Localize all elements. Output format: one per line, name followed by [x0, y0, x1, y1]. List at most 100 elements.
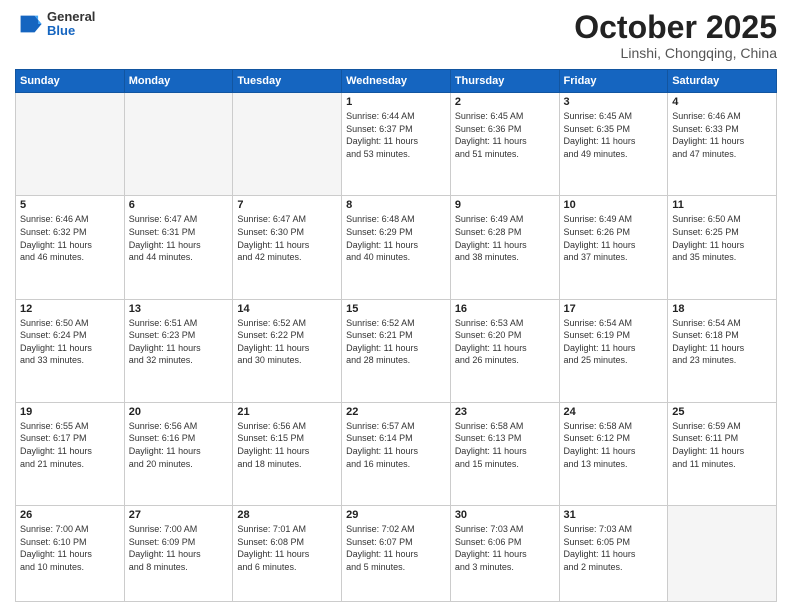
day-number: 5: [20, 199, 120, 211]
day-info: Sunrise: 7:03 AM Sunset: 6:05 PM Dayligh…: [564, 523, 664, 573]
calendar-cell: 22Sunrise: 6:57 AM Sunset: 6:14 PM Dayli…: [342, 402, 451, 505]
calendar-cell: 21Sunrise: 6:56 AM Sunset: 6:15 PM Dayli…: [233, 402, 342, 505]
day-info: Sunrise: 6:50 AM Sunset: 6:24 PM Dayligh…: [20, 317, 120, 367]
day-info: Sunrise: 6:55 AM Sunset: 6:17 PM Dayligh…: [20, 420, 120, 470]
calendar-cell: 24 Sunrise: 6:58 AM Sunset: 6:12 PM Dayli…: [559, 402, 668, 505]
logo: General Blue: [15, 10, 95, 39]
calendar-cell: 5 Sunrise: 6:46 AM Sunset: 6:32 PM Daylig…: [16, 196, 125, 299]
month-title: October 2025: [574, 10, 777, 45]
week-row-4: 26Sunrise: 7:00 AM Sunset: 6:10 PM Dayli…: [16, 505, 777, 601]
day-info: Sunrise: 6:54 AM Sunset: 6:18 PM Dayligh…: [672, 317, 772, 367]
day-number: 11: [672, 199, 772, 211]
calendar-cell: 16Sunrise: 6:53 AM Sunset: 6:20 PM Dayli…: [450, 299, 559, 402]
logo-blue-text: Blue: [47, 24, 95, 38]
day-info: Sunrise: 6:53 AM Sunset: 6:20 PM Dayligh…: [455, 317, 555, 367]
calendar-cell: 10Sunrise: 6:49 AM Sunset: 6:26 PM Dayli…: [559, 196, 668, 299]
day-info: Sunrise: 6:49 AM Sunset: 6:28 PM Dayligh…: [455, 213, 555, 263]
day-info: Sunrise: 6:47 AM Sunset: 6:30 PM Dayligh…: [237, 213, 337, 263]
week-row-2: 12Sunrise: 6:50 AM Sunset: 6:24 PM Dayli…: [16, 299, 777, 402]
page: General Blue October 2025 Linshi, Chongq…: [0, 0, 792, 612]
day-info: Sunrise: 6:48 AM Sunset: 6:29 PM Dayligh…: [346, 213, 446, 263]
day-number: 26: [20, 509, 120, 521]
day-info: Sunrise: 6:58 AM Sunset: 6:13 PM Dayligh…: [455, 420, 555, 470]
calendar-cell: 28 Sunrise: 7:01 AM Sunset: 6:08 PM Dayli…: [233, 505, 342, 601]
day-number: 28: [237, 509, 337, 521]
day-number: 25: [672, 406, 772, 418]
day-info: Sunrise: 6:52 AM Sunset: 6:21 PM Dayligh…: [346, 317, 446, 367]
day-number: 18: [672, 303, 772, 315]
day-info: Sunrise: 6:47 AM Sunset: 6:31 PM Dayligh…: [129, 213, 229, 263]
day-number: 15: [346, 303, 446, 315]
calendar-cell: 26Sunrise: 7:00 AM Sunset: 6:10 PM Dayli…: [16, 505, 125, 601]
day-number: 19: [20, 406, 120, 418]
day-info: Sunrise: 7:03 AM Sunset: 6:06 PM Dayligh…: [455, 523, 555, 573]
calendar-cell: 19 Sunrise: 6:55 AM Sunset: 6:17 PM Dayli…: [16, 402, 125, 505]
calendar-cell: 8 Sunrise: 6:48 AM Sunset: 6:29 PM Daylig…: [342, 196, 451, 299]
calendar-cell: 27 Sunrise: 7:00 AM Sunset: 6:09 PM Dayli…: [124, 505, 233, 601]
day-number: 4: [672, 96, 772, 108]
logo-general-text: General: [47, 10, 95, 24]
day-number: 27: [129, 509, 229, 521]
calendar-cell: 4 Sunrise: 6:46 AM Sunset: 6:33 PM Daylig…: [668, 93, 777, 196]
day-info: Sunrise: 6:44 AM Sunset: 6:37 PM Dayligh…: [346, 110, 446, 160]
day-info: Sunrise: 6:50 AM Sunset: 6:25 PM Dayligh…: [672, 213, 772, 263]
day-info: Sunrise: 6:45 AM Sunset: 6:35 PM Dayligh…: [564, 110, 664, 160]
day-number: 7: [237, 199, 337, 211]
day-number: 21: [237, 406, 337, 418]
day-number: 3: [564, 96, 664, 108]
weekday-header-monday: Monday: [124, 70, 233, 93]
day-number: 8: [346, 199, 446, 211]
day-info: Sunrise: 6:54 AM Sunset: 6:19 PM Dayligh…: [564, 317, 664, 367]
calendar-cell: 30 Sunrise: 7:03 AM Sunset: 6:06 PM Dayli…: [450, 505, 559, 601]
calendar-cell: 1 Sunrise: 6:44 AM Sunset: 6:37 PM Daylig…: [342, 93, 451, 196]
day-info: Sunrise: 6:46 AM Sunset: 6:33 PM Dayligh…: [672, 110, 772, 160]
day-number: 1: [346, 96, 446, 108]
week-row-0: 1 Sunrise: 6:44 AM Sunset: 6:37 PM Daylig…: [16, 93, 777, 196]
day-number: 6: [129, 199, 229, 211]
day-number: 31: [564, 509, 664, 521]
week-row-1: 5 Sunrise: 6:46 AM Sunset: 6:32 PM Daylig…: [16, 196, 777, 299]
weekday-header-tuesday: Tuesday: [233, 70, 342, 93]
calendar-cell: 31 Sunrise: 7:03 AM Sunset: 6:05 PM Dayli…: [559, 505, 668, 601]
calendar-cell: 15 Sunrise: 6:52 AM Sunset: 6:21 PM Dayli…: [342, 299, 451, 402]
calendar-cell: 29Sunrise: 7:02 AM Sunset: 6:07 PM Dayli…: [342, 505, 451, 601]
calendar-cell: 9 Sunrise: 6:49 AM Sunset: 6:28 PM Daylig…: [450, 196, 559, 299]
day-info: Sunrise: 6:58 AM Sunset: 6:12 PM Dayligh…: [564, 420, 664, 470]
day-info: Sunrise: 6:57 AM Sunset: 6:14 PM Dayligh…: [346, 420, 446, 470]
calendar-cell: 17 Sunrise: 6:54 AM Sunset: 6:19 PM Dayli…: [559, 299, 668, 402]
weekday-header-wednesday: Wednesday: [342, 70, 451, 93]
calendar-cell: 23 Sunrise: 6:58 AM Sunset: 6:13 PM Dayli…: [450, 402, 559, 505]
day-number: 20: [129, 406, 229, 418]
weekday-header-saturday: Saturday: [668, 70, 777, 93]
day-number: 17: [564, 303, 664, 315]
week-row-3: 19 Sunrise: 6:55 AM Sunset: 6:17 PM Dayli…: [16, 402, 777, 505]
day-info: Sunrise: 6:45 AM Sunset: 6:36 PM Dayligh…: [455, 110, 555, 160]
weekday-header-sunday: Sunday: [16, 70, 125, 93]
day-number: 23: [455, 406, 555, 418]
calendar-cell: 18 Sunrise: 6:54 AM Sunset: 6:18 PM Dayli…: [668, 299, 777, 402]
day-info: Sunrise: 6:51 AM Sunset: 6:23 PM Dayligh…: [129, 317, 229, 367]
day-info: Sunrise: 7:00 AM Sunset: 6:09 PM Dayligh…: [129, 523, 229, 573]
day-number: 24: [564, 406, 664, 418]
day-info: Sunrise: 6:52 AM Sunset: 6:22 PM Dayligh…: [237, 317, 337, 367]
calendar-cell: 20 Sunrise: 6:56 AM Sunset: 6:16 PM Dayli…: [124, 402, 233, 505]
day-number: 2: [455, 96, 555, 108]
day-info: Sunrise: 6:56 AM Sunset: 6:16 PM Dayligh…: [129, 420, 229, 470]
calendar-cell: 2 Sunrise: 6:45 AM Sunset: 6:36 PM Daylig…: [450, 93, 559, 196]
calendar-cell: 6 Sunrise: 6:47 AM Sunset: 6:31 PM Daylig…: [124, 196, 233, 299]
day-info: Sunrise: 7:01 AM Sunset: 6:08 PM Dayligh…: [237, 523, 337, 573]
day-info: Sunrise: 6:46 AM Sunset: 6:32 PM Dayligh…: [20, 213, 120, 263]
title-block: October 2025 Linshi, Chongqing, China: [574, 10, 777, 61]
calendar-cell: 25 Sunrise: 6:59 AM Sunset: 6:11 PM Dayli…: [668, 402, 777, 505]
calendar-cell: 3 Sunrise: 6:45 AM Sunset: 6:35 PM Daylig…: [559, 93, 668, 196]
weekday-header-row: SundayMondayTuesdayWednesdayThursdayFrid…: [16, 70, 777, 93]
logo-icon: [15, 10, 43, 38]
calendar-cell: 11 Sunrise: 6:50 AM Sunset: 6:25 PM Dayli…: [668, 196, 777, 299]
day-info: Sunrise: 6:49 AM Sunset: 6:26 PM Dayligh…: [564, 213, 664, 263]
day-number: 9: [455, 199, 555, 211]
day-number: 30: [455, 509, 555, 521]
day-number: 29: [346, 509, 446, 521]
day-info: Sunrise: 6:59 AM Sunset: 6:11 PM Dayligh…: [672, 420, 772, 470]
day-number: 13: [129, 303, 229, 315]
calendar-cell: 14Sunrise: 6:52 AM Sunset: 6:22 PM Dayli…: [233, 299, 342, 402]
